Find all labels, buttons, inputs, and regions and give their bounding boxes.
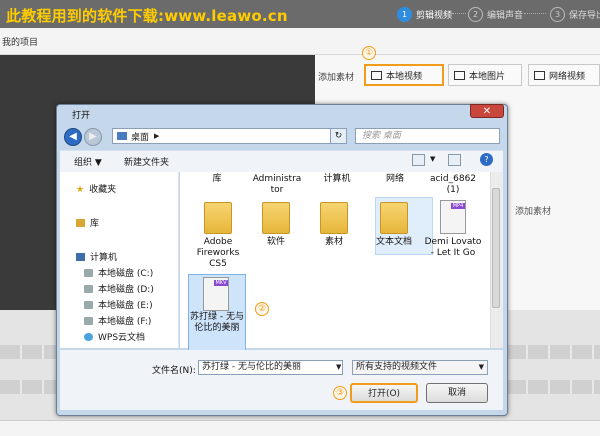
- folder-icon[interactable]: [262, 202, 290, 234]
- file-label[interactable]: 文本文档: [363, 237, 425, 248]
- preview-pane-icon[interactable]: [448, 154, 461, 166]
- step-number: 3: [550, 6, 565, 22]
- step-divider: [452, 13, 466, 15]
- folder-icon[interactable]: [320, 202, 348, 234]
- step-number: 1: [397, 6, 412, 22]
- new-folder-button[interactable]: 新建文件夹: [124, 155, 169, 168]
- top-row-item[interactable]: 库: [188, 174, 246, 185]
- step-divider: [524, 13, 546, 15]
- tutorial-banner: 此教程用到的软件下载:www.leawo.cn: [6, 7, 288, 25]
- local-image-button[interactable]: 本地图片: [448, 64, 522, 86]
- nav-drive-c[interactable]: 本地磁盘 (C:): [84, 266, 153, 279]
- refresh-icon[interactable]: ↻: [330, 128, 347, 144]
- step-number: 2: [468, 6, 483, 22]
- folder-icon[interactable]: [380, 202, 408, 234]
- view-options-icon[interactable]: [412, 154, 425, 166]
- file-label[interactable]: Demi Lovato - Let It Go: [422, 237, 484, 259]
- close-button[interactable]: ✕: [470, 104, 504, 118]
- online-video-label: 网络视频: [549, 71, 586, 82]
- nav-computer-label: 计算机: [90, 253, 118, 263]
- filename-input[interactable]: 苏打绿 - 无与伦比的美丽: [198, 360, 343, 375]
- wps-label: WPS云文档: [98, 333, 146, 343]
- local-image-label: 本地图片: [469, 71, 506, 82]
- step-edit-audio[interactable]: 2 编辑声音: [468, 6, 523, 22]
- step-label: 编辑声音: [487, 10, 524, 21]
- callout-3: ③: [333, 386, 347, 400]
- search-input[interactable]: 搜索 桌面: [355, 128, 500, 144]
- step-edit-video[interactable]: 1 剪辑视频: [397, 6, 452, 22]
- nav-wps-cloud[interactable]: WPS云文档: [84, 330, 145, 343]
- local-video-button[interactable]: 本地视频: [364, 64, 444, 86]
- project-tab-label: 我的项目: [2, 38, 39, 48]
- nav-favorites-label: 收藏夹: [89, 185, 117, 195]
- drive-icon: [84, 300, 93, 309]
- callout-2: ②: [255, 302, 269, 316]
- back-arrow-icon[interactable]: ◀: [64, 128, 82, 146]
- nav-drive-f[interactable]: 本地磁盘 (F:): [84, 314, 151, 327]
- drive-label: 本地磁盘 (D:): [98, 285, 154, 295]
- filename-label: 文件名(N):: [152, 366, 196, 376]
- selected-file-label[interactable]: 苏打绿 - 无与伦比的美丽: [186, 312, 248, 334]
- video-icon: [371, 70, 382, 80]
- top-row-item[interactable]: Administra tor: [248, 174, 306, 196]
- nav-drive-d[interactable]: 本地磁盘 (D:): [84, 282, 154, 295]
- step-label: 剪辑视频: [416, 10, 453, 21]
- drive-icon: [84, 284, 93, 293]
- library-icon: [76, 218, 85, 227]
- computer-icon: [76, 252, 85, 261]
- filename-chevron-down-icon[interactable]: ▼: [336, 360, 346, 375]
- file-type-tag: MKV: [214, 280, 228, 286]
- web-video-icon: [534, 70, 545, 80]
- top-row-item[interactable]: acid_6862 (1): [424, 174, 482, 196]
- nav-libraries-label: 库: [90, 219, 100, 229]
- view-chevron-down-icon[interactable]: ▼: [430, 155, 435, 163]
- nav-computer[interactable]: 计算机: [76, 250, 117, 263]
- drive-icon: [84, 316, 93, 325]
- folder-icon[interactable]: [204, 202, 232, 234]
- desktop-icon: [117, 132, 127, 140]
- file-type-select[interactable]: 所有支持的视频文件 ▼: [352, 360, 488, 375]
- nav-drive-e[interactable]: 本地磁盘 (E:): [84, 298, 153, 311]
- address-text: 桌面: [131, 132, 150, 143]
- drive-label: 本地磁盘 (E:): [98, 301, 153, 311]
- scrollbar-thumb[interactable]: [492, 188, 500, 308]
- callout-1: ①: [362, 46, 376, 60]
- file-type-value: 所有支持的视频文件: [356, 362, 438, 372]
- forward-arrow-icon[interactable]: ▶: [84, 128, 102, 146]
- video-file-icon[interactable]: MKV: [203, 277, 229, 311]
- online-video-button[interactable]: 网络视频: [528, 64, 600, 86]
- nav-libraries[interactable]: 库: [76, 216, 99, 229]
- video-file-icon[interactable]: MP4: [440, 200, 466, 234]
- drive-label: 本地磁盘 (F:): [98, 317, 152, 327]
- open-button[interactable]: 打开(O): [350, 383, 418, 403]
- cancel-button[interactable]: 取消: [426, 383, 488, 403]
- top-row-item[interactable]: 网络: [366, 174, 424, 185]
- add-material-label: 添加素材: [318, 73, 355, 83]
- material-hint: 添加素材: [515, 207, 552, 217]
- top-row-item[interactable]: 计算机: [308, 174, 366, 185]
- cloud-icon: [84, 332, 93, 341]
- chevron-right-icon: ▶: [154, 132, 160, 140]
- dialog-title: 打开: [72, 111, 91, 121]
- step-label: 保存导出: [569, 10, 600, 21]
- nav-favorites[interactable]: ★ 收藏夹: [76, 182, 117, 196]
- file-label[interactable]: 素材: [303, 237, 365, 248]
- help-icon[interactable]: ?: [480, 153, 493, 166]
- timeline-ruler: [0, 420, 600, 436]
- my-project-tab[interactable]: 我的项目: [2, 35, 38, 48]
- drive-icon: [84, 268, 93, 277]
- file-label[interactable]: Adobe Fireworks CS5: [187, 237, 249, 270]
- file-type-tag: MP4: [451, 203, 465, 209]
- step-export[interactable]: 3 保存导出: [550, 6, 600, 22]
- organize-menu[interactable]: 组织 ▼: [74, 155, 102, 168]
- star-icon: ★: [76, 184, 85, 195]
- drive-label: 本地磁盘 (C:): [98, 269, 154, 279]
- local-video-label: 本地视频: [386, 71, 423, 82]
- image-icon: [454, 70, 465, 80]
- file-label[interactable]: 软件: [245, 237, 307, 248]
- project-bar: [0, 28, 600, 55]
- address-bar[interactable]: 桌面 ▶: [112, 128, 334, 144]
- chevron-down-icon: ▼: [478, 363, 484, 371]
